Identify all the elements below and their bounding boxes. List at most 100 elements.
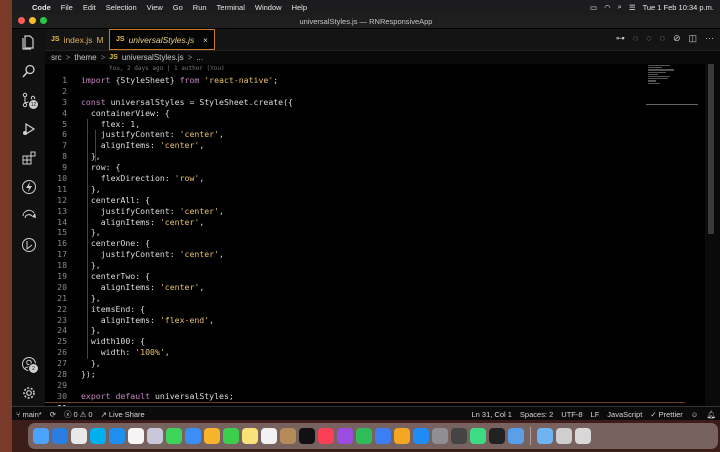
zoom-window-icon[interactable] <box>40 17 47 24</box>
breadcrumb-file[interactable]: universalStyles.js <box>122 53 184 62</box>
timeline-icon[interactable] <box>12 232 45 258</box>
files-icon[interactable] <box>12 29 45 55</box>
control-center-icon[interactable]: ☰ <box>629 3 636 12</box>
pages-icon[interactable] <box>394 428 410 444</box>
folder-icon[interactable] <box>537 428 553 444</box>
cursor-position[interactable]: Ln 31, Col 1 <box>471 410 511 419</box>
indentation[interactable]: Spaces: 2 <box>520 410 553 419</box>
appstore-icon[interactable] <box>413 428 429 444</box>
menubar-clock[interactable]: Tue 1 Feb 10:34 p.m. <box>643 3 714 12</box>
menu-run[interactable]: Run <box>193 3 207 12</box>
facetime-icon[interactable] <box>223 428 239 444</box>
reminders-icon[interactable] <box>261 428 277 444</box>
settings-gear-icon[interactable] <box>12 380 45 406</box>
search-icon[interactable] <box>12 58 45 84</box>
music-icon[interactable] <box>318 428 334 444</box>
menu-selection[interactable]: Selection <box>106 3 137 12</box>
tv-icon[interactable] <box>299 428 315 444</box>
source-control-icon[interactable]: 12 <box>12 87 45 113</box>
feedback-icon[interactable]: ☺ <box>691 410 699 419</box>
run-debug-icon[interactable] <box>12 116 45 142</box>
code-line[interactable]: 12 centerAll: { <box>45 195 685 206</box>
battery-icon[interactable]: ▭ <box>590 3 597 12</box>
skype-icon[interactable] <box>90 428 106 444</box>
code-line[interactable]: 7 alignItems: 'center', <box>45 140 685 151</box>
code-line[interactable]: 21 }, <box>45 293 685 304</box>
tab-universal-styles-js[interactable]: JS universalStyles.js × <box>109 29 215 50</box>
close-window-icon[interactable] <box>18 17 25 24</box>
code-line[interactable]: 1 import {StyleSheet} from 'react-native'… <box>45 75 685 86</box>
menu-edit[interactable]: Edit <box>83 3 96 12</box>
inline-diff-icon[interactable]: ◌ <box>660 33 665 44</box>
calendar-icon[interactable] <box>128 428 144 444</box>
end-of-line[interactable]: LF <box>591 410 600 419</box>
code-line[interactable]: 13 justifyContent: 'center', <box>45 206 685 217</box>
settings-icon[interactable] <box>432 428 448 444</box>
branch-status[interactable]: ⑂ main* <box>16 410 42 419</box>
launchpad-icon[interactable] <box>147 428 163 444</box>
code-line[interactable]: 30 export default universalStyles; <box>45 391 685 402</box>
podcasts-icon[interactable] <box>337 428 353 444</box>
code-line[interactable]: 23 alignItems: 'flex-end', <box>45 315 685 326</box>
numbers-icon[interactable] <box>356 428 372 444</box>
go-forward-icon[interactable]: ◌ <box>646 33 651 44</box>
chrome-icon[interactable] <box>71 428 87 444</box>
code-line[interactable]: 22 itemsEnd: { <box>45 304 685 315</box>
accounts-icon[interactable]: 2 <box>12 351 45 377</box>
code-line[interactable]: 11 }, <box>45 184 685 195</box>
finder-icon[interactable] <box>33 428 49 444</box>
preview-icon[interactable]: ⊘ <box>673 33 681 44</box>
prettier-status[interactable]: ✓ Prettier <box>650 410 682 419</box>
code-line[interactable]: 6 justifyContent: 'center', <box>45 129 685 140</box>
code-line[interactable]: 26 width: '100%', <box>45 347 685 358</box>
code-line[interactable]: 5 flex: 1, <box>45 119 685 130</box>
extensions-icon[interactable] <box>12 145 45 171</box>
screenshot-icon[interactable] <box>556 428 572 444</box>
android-studio-icon[interactable] <box>470 428 486 444</box>
keynote-icon[interactable] <box>375 428 391 444</box>
split-editor-icon[interactable]: ◫ <box>688 33 697 44</box>
code-line[interactable]: 14 alignItems: 'center', <box>45 217 685 228</box>
vscode-icon[interactable] <box>52 428 68 444</box>
menu-window[interactable]: Window <box>255 3 282 12</box>
remote-icon[interactable] <box>12 203 45 229</box>
contacts-icon[interactable] <box>280 428 296 444</box>
spotlight-icon[interactable]: ⌕ <box>618 2 622 12</box>
mail-icon[interactable] <box>185 428 201 444</box>
problems-status[interactable]: ⓧ 0 ⚠ 0 <box>64 409 93 420</box>
notes-icon[interactable] <box>242 428 258 444</box>
code-line[interactable]: 3 const universalStyles = StyleSheet.crea… <box>45 97 685 108</box>
preview-icon[interactable] <box>508 428 524 444</box>
simulator-icon[interactable] <box>451 428 467 444</box>
menu-app[interactable]: Code <box>32 3 51 12</box>
code-line[interactable]: 10 flexDirection: 'row', <box>45 173 685 184</box>
menu-file[interactable]: File <box>61 3 73 12</box>
code-line[interactable]: 24 }, <box>45 325 685 336</box>
notifications-icon[interactable]: 🔔︎ <box>706 410 716 419</box>
more-actions-icon[interactable]: ··· <box>705 33 714 44</box>
git-blame-codelens[interactable]: You, 2 days ago | 1 author (You) <box>109 65 225 72</box>
code-line[interactable]: 25 width100: { <box>45 336 685 347</box>
code-editor[interactable]: You, 2 days ago | 1 author (You) 1 import… <box>45 64 705 413</box>
terminal-icon[interactable] <box>489 428 505 444</box>
tab-index-js[interactable]: JS index.js M <box>45 29 108 50</box>
menu-view[interactable]: View <box>147 3 163 12</box>
close-tab-icon[interactable]: × <box>203 35 208 45</box>
breadcrumb-theme[interactable]: theme <box>74 53 96 62</box>
language-mode[interactable]: JavaScript <box>607 410 642 419</box>
photos-icon[interactable] <box>204 428 220 444</box>
minimize-window-icon[interactable] <box>29 17 36 24</box>
code-line[interactable]: 28}); <box>45 369 685 380</box>
breadcrumb-src[interactable]: src <box>51 53 62 62</box>
go-back-icon[interactable]: ◌ <box>633 33 638 44</box>
code-line[interactable]: 9 row: { <box>45 162 685 173</box>
wifi-icon[interactable]: ◠ <box>604 3 611 12</box>
git-compare-icon[interactable]: ⊶ <box>616 33 625 44</box>
menu-terminal[interactable]: Terminal <box>217 3 245 12</box>
menu-go[interactable]: Go <box>173 3 183 12</box>
code-line[interactable]: 27 }, <box>45 358 685 369</box>
code-line[interactable]: 16 centerOne: { <box>45 238 685 249</box>
code-line[interactable]: 19 centerTwo: { <box>45 271 685 282</box>
code-line[interactable]: 15 }, <box>45 227 685 238</box>
menu-help[interactable]: Help <box>292 3 307 12</box>
